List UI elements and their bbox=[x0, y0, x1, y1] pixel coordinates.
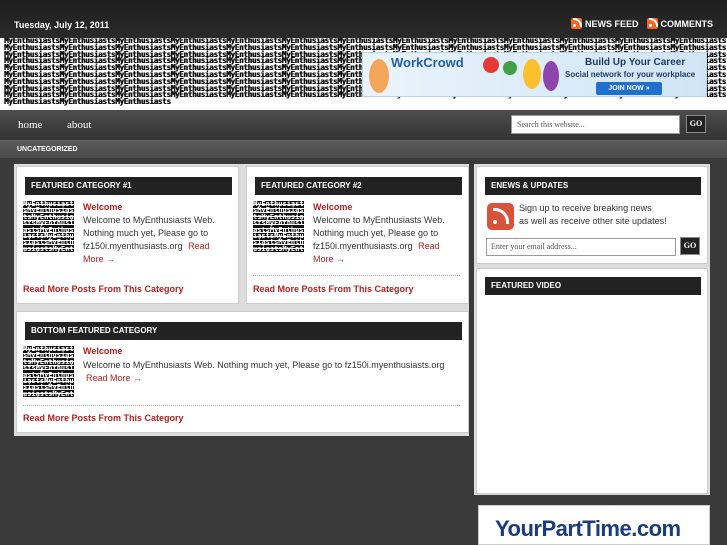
post-title[interactable]: Welcome bbox=[83, 202, 122, 212]
current-date: Tuesday, July 12, 2011 bbox=[14, 20, 110, 30]
bottom-featured-category: BOTTOM FEATURED CATEGORY MyEnthusiastsMy… bbox=[16, 311, 469, 433]
more-posts-link[interactable]: Read More Posts From This Category bbox=[23, 413, 184, 423]
cartoon-figure-icon bbox=[523, 59, 541, 89]
widget-title: FEATURED VIDEO bbox=[485, 277, 701, 295]
post-text: Welcome to MyEnthusiasts Web. Nothing mu… bbox=[83, 360, 445, 370]
search-go-button[interactable]: GO bbox=[686, 115, 706, 133]
post-excerpt: Welcome to MyEnthusiasts Web. Nothing mu… bbox=[83, 214, 231, 266]
enews-widget: ENEWS & UPDATES Sign up to receive break… bbox=[476, 166, 708, 264]
rss-icon bbox=[570, 18, 582, 29]
yourparttime-ad[interactable]: YourPartTime.com bbox=[478, 505, 710, 545]
featured-category-2: FEATURED CATEGORY #2 MyEnthusiastsMyEnth… bbox=[246, 166, 469, 304]
divider bbox=[23, 405, 460, 406]
news-feed-link[interactable]: NEWS FEED bbox=[570, 18, 639, 29]
category-label: UNCATEGORIZED bbox=[17, 146, 78, 153]
post-thumbnail[interactable]: MyEnthusiastsMyEnthusiastsMyEnthusiastsM… bbox=[23, 346, 74, 397]
post-title[interactable]: Welcome bbox=[313, 202, 352, 212]
news-feed-label: NEWS FEED bbox=[584, 18, 639, 29]
ad-brand: WorkCrowd bbox=[391, 55, 464, 70]
panel-title: BOTTOM FEATURED CATEGORY bbox=[25, 322, 462, 340]
site-header: MyEnthusiastsMyEnthusiastsMyEnthusiastsM… bbox=[0, 38, 727, 110]
rss-icon bbox=[487, 203, 514, 230]
email-field[interactable]: Enter your email address... bbox=[486, 238, 676, 256]
divider bbox=[253, 275, 460, 276]
cartoon-figure-icon bbox=[543, 61, 559, 91]
post-title[interactable]: Welcome bbox=[83, 346, 122, 356]
ad-subtitle: Social network for your workplace bbox=[565, 70, 696, 79]
featured-category-1: FEATURED CATEGORY #1 MyEnthusiastsMyEnth… bbox=[16, 166, 239, 304]
panel-title: FEATURED CATEGORY #2 bbox=[255, 177, 462, 195]
more-posts-link[interactable]: Read More Posts From This Category bbox=[23, 284, 184, 294]
workcrowd-banner-ad[interactable]: WorkCrowd Build Up Your Career Social ne… bbox=[362, 52, 707, 97]
decor-circle-icon bbox=[503, 61, 517, 75]
ad-title: Build Up Your Career bbox=[585, 57, 686, 68]
top-bar: Tuesday, July 12, 2011 NEWS FEED COMMENT… bbox=[0, 0, 727, 38]
post-thumbnail[interactable]: MyEnthusiastsMyEnthusiastsMyEnthusiastsM… bbox=[23, 201, 74, 252]
subscribe-go-button[interactable]: GO bbox=[680, 237, 700, 255]
cartoon-figure-icon bbox=[369, 59, 389, 93]
post-excerpt: Welcome to MyEnthusiasts Web. Nothing mu… bbox=[83, 359, 463, 385]
nav-item-about[interactable]: about bbox=[67, 119, 91, 131]
panel-title: FEATURED CATEGORY #1 bbox=[25, 177, 232, 195]
featured-video-widget: FEATURED VIDEO bbox=[476, 268, 708, 494]
enews-line: Sign up to receive breaking news bbox=[519, 203, 652, 213]
read-more-link[interactable]: Read More → bbox=[86, 373, 142, 383]
nav-item-home[interactable]: home bbox=[18, 119, 42, 131]
category-bar: UNCATEGORIZED bbox=[0, 140, 727, 158]
more-posts-link[interactable]: Read More Posts From This Category bbox=[253, 284, 414, 294]
ad-brand: YourPartTime.com bbox=[495, 516, 681, 541]
join-now-button[interactable]: JOIN NOW » bbox=[596, 82, 662, 95]
decor-circle-icon bbox=[483, 57, 499, 73]
enews-description: Sign up to receive breaking news as well… bbox=[519, 202, 667, 228]
feed-links: NEWS FEED COMMENTS bbox=[570, 18, 714, 29]
enews-line: as well as receive other site updates! bbox=[519, 216, 667, 226]
post-thumbnail[interactable]: MyEnthusiastsMyEnthusiastsMyEnthusiastsM… bbox=[253, 201, 304, 252]
post-excerpt: Welcome to MyEnthusiasts Web. Nothing mu… bbox=[313, 214, 461, 266]
widget-title: ENEWS & UPDATES bbox=[485, 177, 701, 195]
comments-feed-link[interactable]: COMMENTS bbox=[646, 18, 714, 29]
comments-feed-label: COMMENTS bbox=[660, 18, 714, 29]
search-input[interactable]: Search this website... bbox=[511, 115, 680, 134]
rss-icon bbox=[646, 18, 658, 29]
